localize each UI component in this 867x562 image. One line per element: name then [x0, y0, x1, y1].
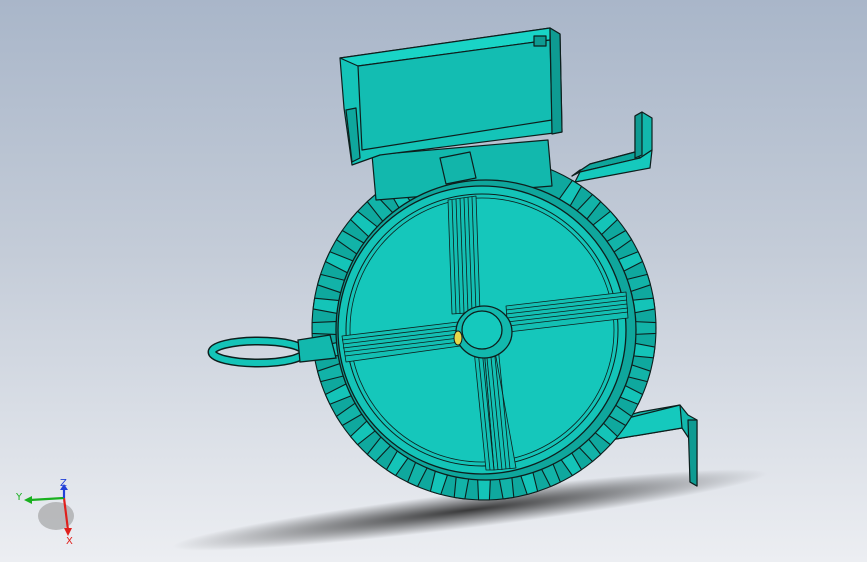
y-axis-label: Y	[15, 492, 23, 503]
graphics-viewport[interactable]: X Y Z	[0, 0, 867, 562]
cooling-fin	[311, 320, 339, 336]
x-axis-label: X	[66, 536, 73, 547]
fan-cover[interactable]	[335, 179, 637, 481]
coordinate-triad: X Y Z	[15, 478, 74, 547]
y-axis-line	[29, 496, 65, 502]
mounting-foot-upper[interactable]	[571, 111, 653, 183]
motor-model[interactable]	[0, 0, 867, 562]
y-axis-arrow-icon	[24, 496, 32, 504]
z-axis-label: Z	[60, 478, 67, 489]
triad-plane-shadow	[38, 502, 74, 530]
x-axis-arrow-icon	[64, 528, 72, 536]
lifting-eye[interactable]	[207, 334, 337, 368]
terminal-box[interactable]	[339, 27, 563, 201]
